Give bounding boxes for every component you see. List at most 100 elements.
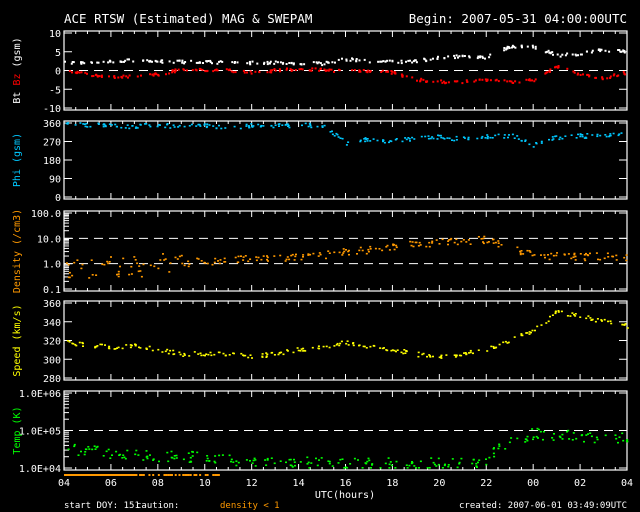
data-point-temp: [285, 461, 287, 464]
data-point-temp: [85, 448, 88, 451]
data-point-bt: [154, 59, 157, 62]
data-point-speed: [325, 345, 328, 348]
data-point-bt: [142, 59, 145, 62]
data-point-speed: [242, 354, 245, 356]
data-point-bt: [457, 56, 459, 59]
data-point-density: [516, 246, 519, 249]
data-point-phi: [224, 127, 227, 129]
data-point-speed: [247, 356, 250, 359]
data-point-bz: [308, 69, 311, 72]
data-point-bt: [321, 64, 324, 67]
data-point-phi: [413, 138, 416, 140]
data-point-speed: [179, 353, 182, 356]
data-point-density: [286, 256, 289, 258]
data-point-temp: [142, 459, 145, 461]
data-point-bz: [514, 80, 517, 83]
data-point-bz: [153, 73, 156, 76]
data-point-speed: [596, 318, 599, 320]
data-point-temp: [126, 449, 129, 452]
data-point-speed: [609, 320, 612, 322]
data-point-bz: [174, 68, 177, 71]
data-point-density: [217, 260, 219, 262]
data-point-speed: [591, 318, 594, 321]
data-point-bt: [209, 61, 212, 64]
data-point-density: [348, 253, 350, 256]
data-point-temp: [288, 458, 291, 461]
data-point-phi: [528, 143, 531, 146]
data-point-temp: [192, 451, 194, 453]
data-point-bt: [559, 55, 562, 58]
data-point-phi: [564, 135, 567, 137]
data-point-density: [369, 245, 372, 248]
caution-marker: [212, 474, 215, 476]
data-point-phi: [164, 126, 167, 129]
data-point-phi: [596, 133, 599, 136]
data-point-phi: [126, 124, 129, 126]
data-point-phi: [301, 124, 303, 127]
data-point-speed: [266, 353, 269, 356]
data-point-temp: [617, 441, 619, 444]
data-point-temp: [294, 464, 296, 467]
data-point-density: [587, 254, 590, 257]
data-point-temp: [307, 461, 310, 464]
data-point-temp: [497, 447, 500, 450]
data-point-bz: [606, 77, 609, 80]
data-point-phi: [247, 125, 250, 127]
y-tick-label: 90: [49, 175, 61, 186]
caution-marker: [163, 474, 166, 476]
data-point-temp: [187, 452, 190, 454]
data-point-density: [223, 261, 226, 263]
data-point-temp: [245, 459, 248, 461]
data-point-bz: [588, 74, 591, 77]
data-point-speed: [492, 345, 495, 348]
data-point-phi: [540, 142, 543, 144]
data-point-bt: [216, 62, 219, 65]
data-point-speed: [540, 324, 543, 326]
data-point-speed: [99, 343, 102, 346]
panel-frame: [63, 120, 628, 200]
data-point-bt: [363, 58, 366, 61]
data-point-phi: [104, 124, 107, 127]
data-point-phi: [218, 124, 220, 127]
data-point-density: [543, 254, 546, 256]
data-point-phi: [503, 137, 506, 139]
data-point-bt: [608, 50, 611, 53]
data-point-temp: [146, 457, 149, 460]
data-point-speed: [164, 350, 167, 353]
x-tick-label: 18: [386, 478, 398, 489]
data-point-bz: [269, 71, 272, 74]
data-point-temp: [189, 456, 192, 459]
data-point-density: [342, 248, 345, 250]
data-point-bt: [279, 61, 282, 64]
x-tick-label: 06: [105, 478, 117, 489]
data-point-speed: [587, 315, 590, 317]
data-point-temp: [123, 456, 126, 459]
data-point-density: [338, 251, 341, 254]
data-point-density: [482, 241, 484, 243]
data-point-phi: [284, 124, 287, 126]
data-point-bt: [107, 61, 110, 64]
data-point-bt: [453, 54, 456, 57]
data-point-bz: [113, 75, 116, 78]
y-axis-label-part: Phi (gsm): [12, 133, 23, 187]
data-point-density: [574, 259, 577, 261]
data-point-bt: [123, 60, 125, 63]
data-point-speed: [273, 354, 276, 356]
data-point-bt: [349, 59, 352, 62]
data-point-bt: [300, 63, 303, 66]
data-point-phi: [440, 136, 443, 139]
data-point-phi: [408, 138, 411, 140]
y-tick-label: 0: [55, 193, 61, 204]
data-point-phi: [559, 136, 562, 139]
data-point-density: [412, 245, 415, 248]
data-point-phi: [116, 125, 118, 128]
data-point-temp: [493, 455, 496, 458]
data-point-speed: [251, 357, 253, 359]
data-point-density: [88, 277, 91, 279]
x-tick-label: 04: [58, 478, 70, 489]
data-point-phi: [411, 136, 414, 139]
x-tick-label: 22: [480, 478, 492, 489]
data-point-speed: [148, 345, 151, 348]
data-point-density: [223, 257, 226, 260]
data-point-density: [358, 249, 361, 252]
